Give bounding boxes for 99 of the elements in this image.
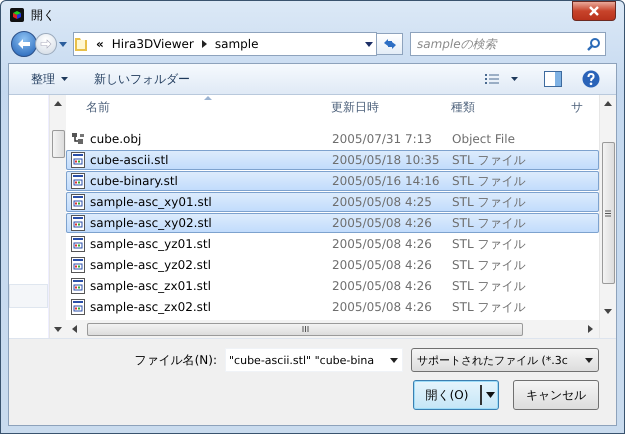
file-row[interactable]: cube-ascii.stl 2005/05/18 10:35 STL ファイル [66, 150, 599, 170]
file-type-dropdown[interactable]: サポートされたファイル (*.3c [411, 348, 599, 372]
address-dropdown[interactable] [362, 42, 376, 46]
stl-file-icon [71, 278, 85, 294]
close-icon [589, 6, 599, 16]
file-row[interactable]: sample-asc_yz01.stl 2005/05/08 4:26 STL ファイル [66, 234, 599, 254]
file-name: sample-asc_xy01.stl [90, 195, 212, 209]
obj-file-icon [71, 131, 85, 147]
file-name: cube-ascii.stl [90, 153, 169, 167]
scroll-thumb[interactable] [602, 142, 614, 284]
file-row[interactable]: cube-binary.stl 2005/05/16 14:16 STL ファイル [66, 171, 599, 191]
window-title: 開く [31, 6, 56, 24]
caret-icon [61, 77, 68, 81]
scroll-down-icon [54, 327, 62, 332]
column-header[interactable]: サ [567, 98, 599, 116]
app-icon [9, 7, 25, 23]
back-arrow-icon [17, 38, 31, 50]
file-name: sample-asc_yz02.stl [90, 258, 211, 272]
file-name: sample-asc_xy02.stl [90, 216, 212, 230]
stl-file-icon [71, 236, 85, 252]
open-button[interactable]: 開く(O) [413, 380, 499, 410]
caret-icon [486, 392, 494, 398]
file-name-field[interactable]: "cube-ascii.stl" "cube-bina [225, 348, 403, 372]
address-bar[interactable]: « Hira3DViewer sample [73, 32, 377, 56]
sort-arrow-icon [204, 96, 212, 100]
caret-icon [585, 358, 593, 362]
file-row[interactable]: cube.obj 2005/07/31 7:13 Object File [66, 129, 599, 149]
folder-icon [74, 36, 88, 52]
stl-file-icon [71, 299, 85, 315]
modified-date: 2005/05/18 10:35 [331, 153, 441, 167]
breadcrumb[interactable]: « [96, 37, 104, 51]
file-type: STL ファイル [451, 236, 526, 252]
modified-date: 2005/05/16 14:16 [331, 174, 441, 188]
vertical-scrollbar[interactable] [599, 95, 616, 338]
nav-scrollbar[interactable] [49, 95, 66, 338]
grip-icon [605, 210, 611, 216]
refresh-button[interactable] [377, 33, 403, 55]
grip-icon [302, 326, 308, 332]
file-type: STL ファイル [451, 172, 526, 190]
column-header[interactable]: 種類 [447, 98, 567, 116]
file-name: sample-asc_zx02.stl [90, 300, 211, 314]
column-header[interactable]: 更新日時 [327, 98, 447, 116]
cancel-button[interactable]: キャンセル [513, 380, 599, 410]
file-row[interactable]: sample-asc_zx01.stl 2005/05/08 4:26 STL ファイル [66, 276, 599, 296]
file-row[interactable]: sample-asc_zx02.stl 2005/05/08 4:26 STL ファイル [66, 297, 599, 317]
caret-icon [390, 358, 398, 363]
forward-arrow-icon [40, 39, 52, 49]
modified-date: 2005/05/08 4:26 [331, 300, 433, 314]
help-icon [582, 70, 600, 88]
history-dropdown[interactable] [57, 42, 69, 46]
stl-file-icon [71, 173, 85, 189]
refresh-icon [382, 38, 396, 50]
breadcrumb[interactable]: Hira3DViewer [112, 37, 194, 51]
file-name: sample-asc_yz01.stl [90, 237, 211, 251]
stl-file-icon [71, 215, 85, 231]
file-name-label: ファイル名(N): [134, 352, 217, 368]
file-type: STL ファイル [451, 256, 526, 274]
caret-icon [365, 42, 373, 46]
scroll-left-icon [72, 325, 77, 333]
modified-date: 2005/05/08 4:26 [331, 258, 433, 272]
back-button[interactable] [11, 31, 37, 57]
new-folder-button[interactable]: 新しいフォルダー [88, 68, 196, 90]
search-field[interactable]: sampleの検索 [410, 32, 606, 56]
scroll-thumb[interactable] [52, 130, 64, 158]
scroll-down-icon [604, 309, 612, 314]
column-header[interactable]: 名前 [66, 98, 327, 116]
chevron-icon [202, 40, 207, 48]
caret-icon [511, 77, 518, 81]
modified-date: 2005/05/08 4:26 [331, 237, 433, 251]
modified-date: 2005/05/08 4:25 [331, 195, 433, 209]
file-type: STL ファイル [451, 152, 526, 168]
stl-file-icon [71, 152, 85, 168]
scroll-up-icon [604, 101, 612, 106]
stl-file-icon [71, 257, 85, 273]
file-name: cube-binary.stl [90, 174, 178, 188]
search-icon [587, 37, 601, 51]
file-row[interactable]: sample-asc_xy01.stl 2005/05/08 4:25 STL ファイル [66, 192, 599, 212]
scroll-right-icon [588, 325, 593, 333]
file-name: cube.obj [90, 132, 142, 146]
file-type: STL ファイル [451, 278, 526, 294]
caret-icon [59, 42, 67, 46]
details-view-icon [485, 73, 499, 85]
stl-file-icon [71, 194, 85, 210]
organize-button[interactable]: 整理 [25, 68, 74, 90]
preview-pane-icon [544, 71, 562, 87]
file-type: STL ファイル [451, 194, 526, 210]
modified-date: 2005/05/08 4:26 [331, 216, 433, 230]
file-type: Object File [451, 132, 516, 146]
close-button[interactable] [572, 1, 616, 21]
file-type: STL ファイル [451, 298, 526, 316]
file-row[interactable]: sample-asc_yz02.stl 2005/05/08 4:26 STL ファイル [66, 255, 599, 275]
breadcrumb[interactable]: sample [214, 37, 259, 51]
file-type: STL ファイル [451, 214, 526, 232]
horizontal-scrollbar[interactable] [66, 320, 599, 338]
file-name: sample-asc_zx01.stl [90, 279, 211, 293]
file-row[interactable]: sample-asc_xy02.stl 2005/05/08 4:26 STL ファイル [66, 213, 599, 233]
scroll-up-icon [54, 101, 62, 106]
modified-date: 2005/05/08 4:26 [331, 279, 433, 293]
modified-date: 2005/07/31 7:13 [331, 132, 433, 146]
